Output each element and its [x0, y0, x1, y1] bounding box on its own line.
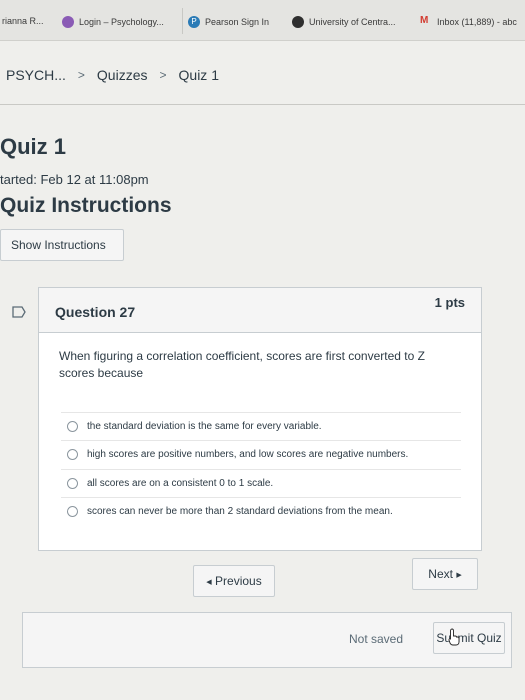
- question-points: 1 pts: [434, 295, 465, 310]
- bookmark-label: University of Centra...: [309, 17, 396, 27]
- bookmark-item-3[interactable]: University of Centra...: [292, 16, 396, 28]
- answer-option[interactable]: high scores are positive numbers, and lo…: [61, 440, 461, 467]
- previous-label: Previous: [215, 574, 262, 588]
- bookmark-item-2[interactable]: P Pearson Sign In: [188, 16, 269, 28]
- bookmark-label: rianna R...: [2, 16, 44, 26]
- next-button[interactable]: Next ▶: [412, 558, 478, 590]
- submit-bar: Not saved Submit Quiz: [22, 612, 512, 668]
- chat-bubble-icon: [62, 16, 74, 28]
- question-header: Question 27 1 pts: [39, 288, 481, 333]
- hand-cursor-icon: [448, 628, 460, 646]
- answer-label: high scores are positive numbers, and lo…: [87, 448, 409, 460]
- chevron-right-icon: >: [159, 68, 167, 82]
- chevron-right-icon: >: [77, 68, 85, 82]
- previous-button[interactable]: ◀ Previous: [193, 565, 275, 597]
- bookmark-item-4[interactable]: M Inbox (11,889) - abc: [420, 16, 517, 28]
- submit-quiz-button[interactable]: Submit Quiz: [433, 622, 505, 654]
- show-instructions-button[interactable]: Show Instructions: [0, 229, 124, 261]
- gmail-icon: M: [420, 15, 429, 26]
- instructions-heading: Quiz Instructions: [0, 194, 172, 217]
- answer-option[interactable]: the standard deviation is the same for e…: [61, 412, 461, 439]
- radio-button[interactable]: [67, 505, 78, 517]
- question-text: When figuring a correlation coefficient,…: [59, 349, 425, 380]
- flag-question-icon[interactable]: [12, 306, 26, 318]
- answer-option[interactable]: scores can never be more than 2 standard…: [61, 497, 461, 524]
- answer-label: the standard deviation is the same for e…: [87, 420, 322, 432]
- bookmark-item-0[interactable]: rianna R...: [2, 16, 44, 26]
- save-status: Not saved: [349, 632, 404, 646]
- bookmark-divider: [182, 8, 183, 34]
- bookmark-item-1[interactable]: Login – Psychology...: [62, 16, 164, 28]
- started-timestamp: tarted: Feb 12 at 11:08pm: [0, 172, 149, 187]
- next-label: Next: [428, 567, 453, 581]
- question-number: Question 27: [55, 304, 136, 320]
- bookmark-label: Login – Psychology...: [79, 17, 164, 27]
- radio-button[interactable]: [67, 448, 78, 460]
- bookmarks-bar: rianna R... Login – Psychology... P Pear…: [0, 0, 525, 41]
- bookmark-label: Pearson Sign In: [205, 17, 270, 27]
- answer-label: all scores are on a consistent 0 to 1 sc…: [87, 477, 274, 489]
- radio-button[interactable]: [67, 420, 78, 432]
- question-card: Question 27 1 pts When figuring a correl…: [38, 287, 482, 551]
- header-divider: [0, 104, 525, 105]
- radio-button[interactable]: [67, 477, 78, 489]
- bookmark-label: Inbox (11,889) - abc: [437, 17, 517, 27]
- quiz-title: Quiz 1: [0, 134, 67, 159]
- pearson-icon: P: [188, 16, 200, 28]
- breadcrumb-quizzes[interactable]: Quizzes: [97, 67, 148, 83]
- breadcrumb: PSYCH... > Quizzes > Quiz 1: [0, 58, 525, 92]
- breadcrumb-quiz[interactable]: Quiz 1: [179, 67, 219, 83]
- arrow-right-icon: ▶: [456, 571, 462, 579]
- answer-option[interactable]: all scores are on a consistent 0 to 1 sc…: [61, 469, 461, 496]
- answer-label: scores can never be more than 2 standard…: [87, 505, 393, 517]
- university-icon: [292, 16, 304, 28]
- breadcrumb-course[interactable]: PSYCH...: [6, 67, 66, 83]
- arrow-left-icon: ◀: [206, 578, 212, 586]
